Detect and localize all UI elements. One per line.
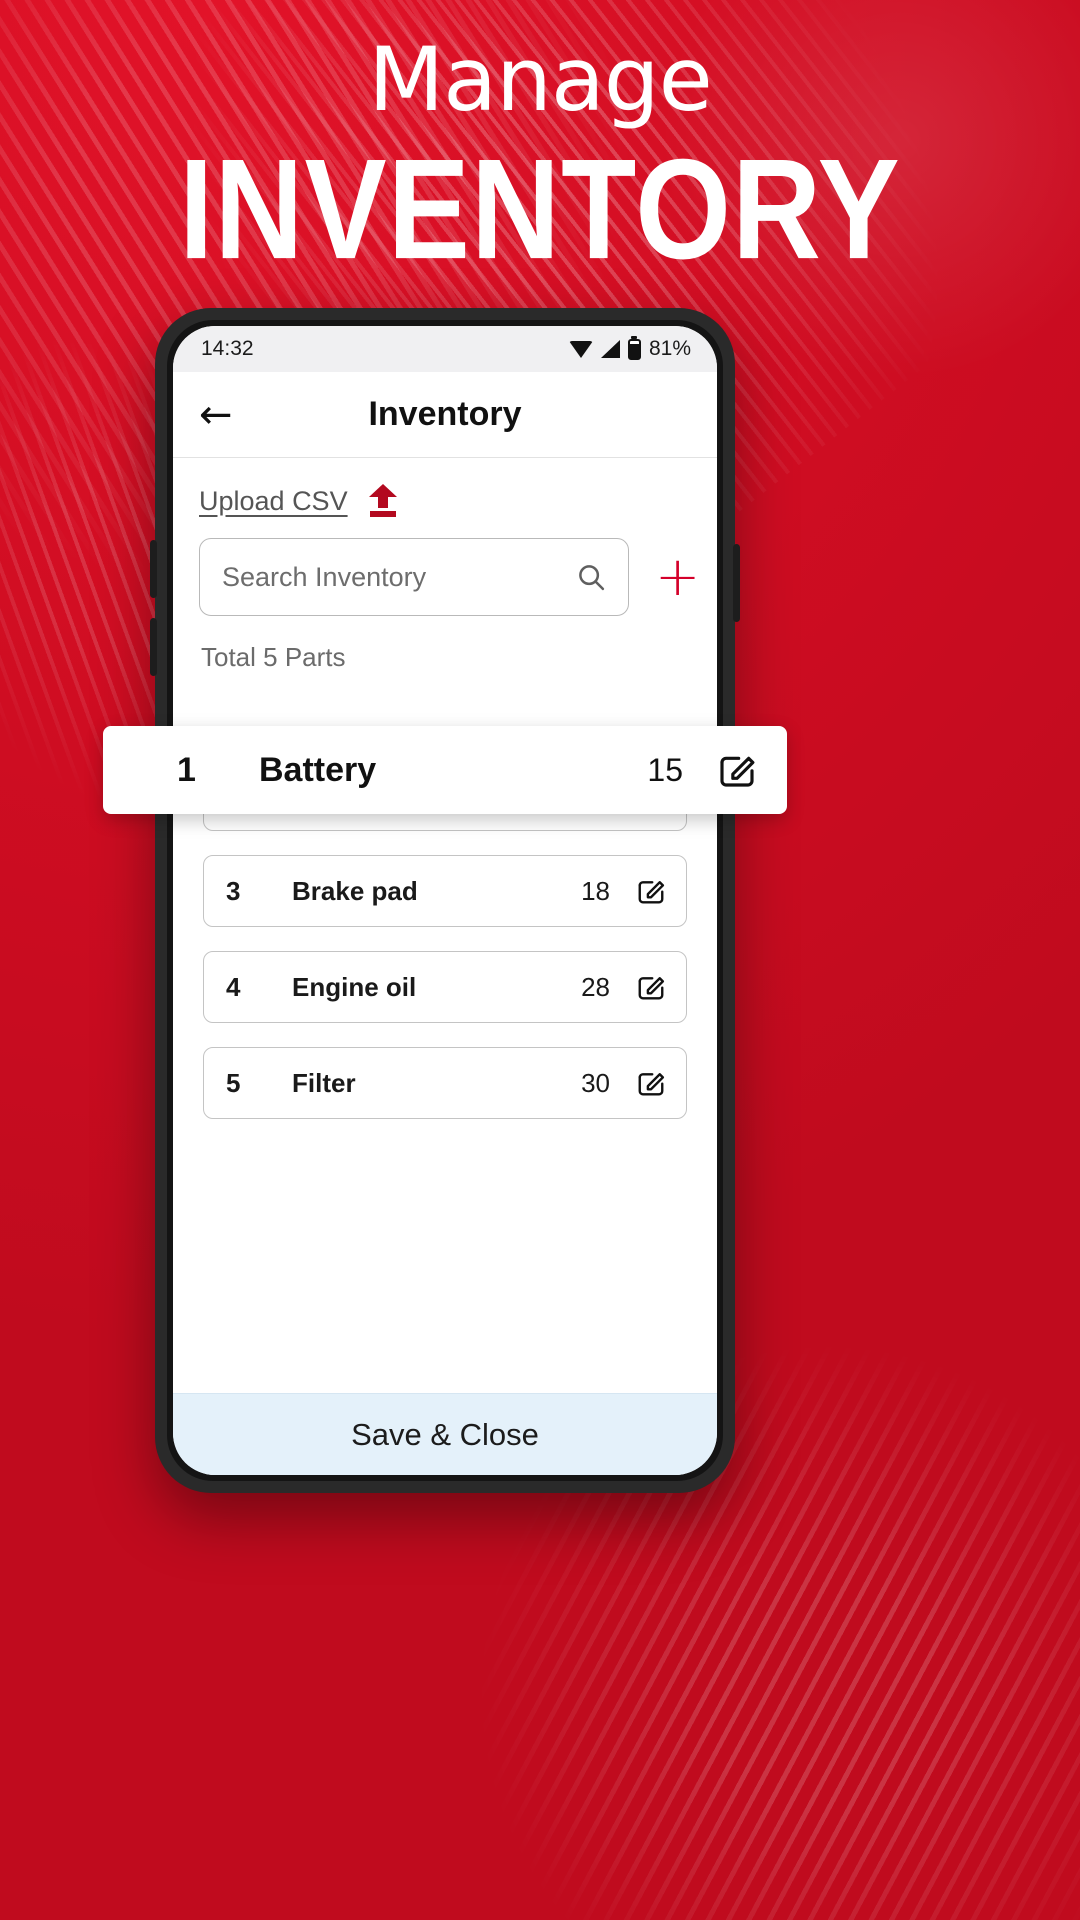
status-bar: 14:32 81% [173, 326, 717, 372]
phone-screen: 14:32 81% ← Inventory Upload CSV Search … [173, 326, 717, 1475]
headline-line-2: INVENTORY [179, 128, 901, 289]
signal-icon [600, 340, 620, 358]
edit-pencil-icon[interactable] [636, 876, 666, 906]
highlighted-list-item[interactable]: 1 Battery 15 [103, 726, 787, 814]
search-input[interactable] [222, 561, 576, 593]
phone-bezel: 14:32 81% ← Inventory Upload CSV Search … [167, 320, 723, 1481]
status-bar-clock: 14:32 [201, 337, 254, 360]
promo-headline: Manage INVENTORY [0, 28, 1080, 280]
battery-percent-label: 81% [648, 337, 691, 360]
highlighted-item-quantity: 15 [647, 751, 683, 788]
edit-pencil-icon[interactable] [717, 750, 757, 790]
list-item-name: Engine oil [292, 971, 417, 1002]
inventory-content: Upload CSV + [173, 458, 717, 1393]
list-item[interactable]: 4 Engine oil 28 [203, 951, 687, 1023]
wifi-icon [568, 340, 593, 358]
back-arrow-icon[interactable]: ← [199, 395, 247, 435]
list-item-quantity: 18 [581, 875, 610, 906]
list-item-index: 3 [226, 875, 241, 906]
edit-pencil-icon[interactable] [636, 972, 666, 1002]
app-bar: ← Inventory [173, 372, 717, 458]
list-item-quantity: 28 [581, 971, 610, 1002]
list-item[interactable]: 3 Brake pad 18 [203, 855, 687, 927]
list-item-quantity: 30 [581, 1067, 610, 1098]
highlighted-item-index: 1 [177, 750, 196, 789]
page-title: Inventory [368, 395, 522, 433]
list-item[interactable]: 5 Filter 30 [203, 1047, 687, 1119]
search-box[interactable] [199, 538, 629, 616]
battery-icon [627, 338, 641, 360]
list-item-index: 4 [226, 971, 241, 1002]
highlighted-item-name: Battery [259, 750, 377, 789]
upload-csv-link[interactable]: Upload CSV [199, 486, 348, 517]
search-row: + [197, 526, 700, 616]
save-and-close-button[interactable]: Save & Close [173, 1393, 717, 1475]
upload-csv-row[interactable]: Upload CSV [197, 458, 693, 526]
phone-mockup: 14:32 81% ← Inventory Upload CSV Search … [103, 308, 787, 1493]
headline-line-1: Manage [368, 28, 713, 131]
list-item-name: Brake pad [292, 875, 418, 906]
volume-up-button[interactable] [150, 540, 157, 598]
search-icon[interactable] [576, 562, 606, 592]
list-item-index: 5 [226, 1067, 241, 1098]
edit-pencil-icon[interactable] [636, 1068, 666, 1098]
add-part-button[interactable]: + [651, 550, 704, 604]
volume-down-button[interactable] [150, 618, 157, 676]
status-bar-indicators: 81% [568, 337, 691, 361]
total-parts-label: Total 5 Parts [201, 642, 346, 672]
list-item-name: Filter [292, 1067, 356, 1098]
upload-arrow-icon[interactable] [368, 484, 398, 518]
promo-banner: Manage INVENTORY 14:32 81% ← Inventory U… [0, 0, 1080, 1920]
power-button[interactable] [733, 544, 740, 622]
